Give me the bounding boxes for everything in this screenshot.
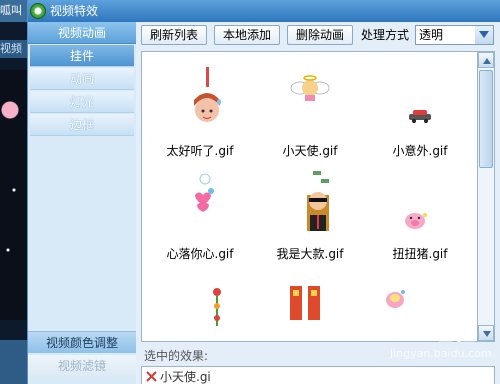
grid-item-label: 我是大款.gif xyxy=(276,247,344,261)
grid-item[interactable]: 我是大款.gif xyxy=(255,165,365,265)
video-color-adjust-button[interactable]: 视频颜色调整 xyxy=(28,331,136,353)
sidebar-item-animation[interactable]: 动画 xyxy=(30,68,134,90)
grid-item[interactable]: 扭扭猪.gif xyxy=(365,165,475,265)
sidebar-item-label: 动画 xyxy=(69,72,94,86)
processing-mode-label: 处理方式 xyxy=(361,28,410,42)
category-sidebar: 视频动画 挂件 动画 灯光 边框 视频颜色调整 视频滤镜 xyxy=(28,22,136,384)
app-logo-icon xyxy=(30,3,46,19)
rich-man-icon xyxy=(307,171,329,231)
grid-item[interactable]: 小天使.gif xyxy=(255,62,365,162)
sidebar-item-lighting[interactable]: 灯光 xyxy=(30,91,134,113)
sidebar-item-label: 挂件 xyxy=(69,49,94,63)
window-title: 视频特效 xyxy=(50,4,99,18)
selected-effect-name: 小天使.gi xyxy=(160,370,211,384)
sidebar-item-label: 灯光 xyxy=(69,95,94,109)
little-angel-icon xyxy=(290,75,330,101)
processing-mode-select[interactable]: 透明 xyxy=(415,25,494,45)
heart-angel-icon xyxy=(195,173,214,212)
delete-animation-button[interactable]: 删除动画 xyxy=(287,25,353,45)
grid-item-label: 小意外.gif xyxy=(392,144,448,158)
flower-icon xyxy=(213,288,221,326)
grid-item-label: 扭扭猪.gif xyxy=(392,247,448,261)
refresh-list-button[interactable]: 刷新列表 xyxy=(141,25,207,45)
processing-mode-value: 透明 xyxy=(419,28,444,42)
chevron-down-icon xyxy=(483,331,491,337)
background-app-tab[interactable]: 视频 xyxy=(0,40,27,58)
grid-item[interactable] xyxy=(255,278,365,341)
video-filter-button: 视频滤镜 xyxy=(28,355,136,377)
grid-item[interactable]: 太好听了.gif xyxy=(145,62,255,162)
scrollbar-thumb[interactable] xyxy=(479,70,493,168)
grid-item-label: 太好听了.gif xyxy=(166,144,234,158)
grid-item-label: 心落你心.gif xyxy=(166,247,234,261)
grid-scrollbar[interactable] xyxy=(478,51,495,342)
sidebar-item-border[interactable]: 边框 xyxy=(30,114,134,136)
watermark-url: jingyan.baidu.com xyxy=(390,347,492,360)
grid-item[interactable]: 小意外.gif xyxy=(365,62,475,162)
girl-sweat-icon xyxy=(194,67,221,122)
grid-item[interactable] xyxy=(365,278,475,341)
selected-effect-item[interactable]: 小天使.gi xyxy=(146,370,211,384)
local-add-button[interactable]: 本地添加 xyxy=(214,25,280,45)
banner-icon xyxy=(290,286,320,320)
background-video-preview xyxy=(0,70,27,320)
scroll-up-button[interactable] xyxy=(478,52,494,68)
background-app-title: 呱叫 xyxy=(0,0,27,22)
selected-effects-label: 选中的效果: xyxy=(144,349,209,363)
remove-icon[interactable] xyxy=(146,371,157,382)
chevron-up-icon xyxy=(483,58,491,64)
screen: 呱叫 视频 视频特效 视频动画 挂件 动画 灯光 边框 视频颜色调整 视频滤镜 … xyxy=(0,0,500,384)
video-effects-dialog: 视频特效 视频动画 挂件 动画 灯光 边框 视频颜色调整 视频滤镜 刷新列表 本… xyxy=(27,0,500,384)
title-bar[interactable]: 视频特效 xyxy=(28,0,500,22)
selected-effects-list: 小天使.gi xyxy=(141,366,495,384)
sidebar-header[interactable]: 视频动画 xyxy=(28,22,136,44)
effects-grid: 太好听了.gif 小天使.gif 小意外.gif 心落你心.gif 我是大款.g… xyxy=(141,51,478,342)
cake-icon xyxy=(386,290,405,308)
sidebar-item-pendant[interactable]: 挂件 xyxy=(30,45,134,67)
grid-item-label: 小天使.gif xyxy=(282,144,338,158)
car-icon xyxy=(409,110,431,123)
background-app: 呱叫 视频 xyxy=(0,0,27,384)
sidebar-item-label: 边框 xyxy=(69,118,94,132)
grid-item[interactable] xyxy=(145,278,255,341)
background-app-footer xyxy=(0,340,27,384)
chevron-down-icon xyxy=(479,31,489,38)
dropdown-arrow[interactable] xyxy=(475,26,493,44)
scroll-down-button[interactable] xyxy=(478,325,494,341)
pig-icon xyxy=(405,213,427,229)
grid-item[interactable]: 心落你心.gif xyxy=(145,165,255,265)
